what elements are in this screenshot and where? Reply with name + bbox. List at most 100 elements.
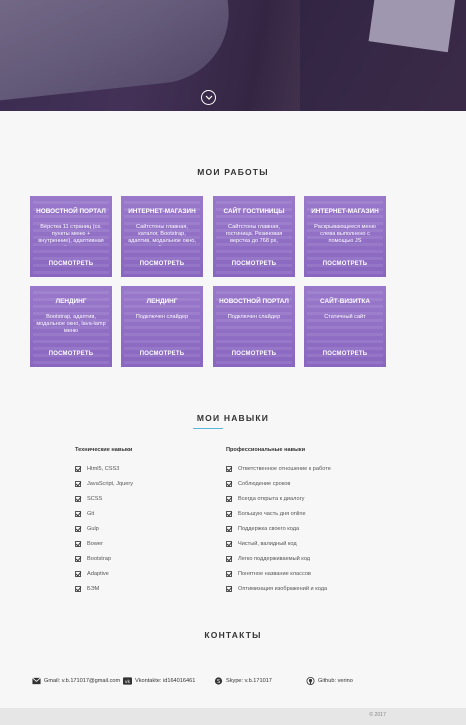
checkbox-icon <box>226 465 232 472</box>
contacts-title: КОНТАКТЫ <box>204 630 262 640</box>
skill-label: Понятное название классов <box>238 570 311 577</box>
checkbox-icon <box>75 525 81 532</box>
skill-label: Ответственное отношение к работе <box>238 465 331 472</box>
skill-item: JavaScript, Jquery <box>75 476 215 491</box>
skill-item: Gulp <box>75 521 215 536</box>
skill-item: Легко поддерживаемый код <box>226 551 396 566</box>
view-button[interactable]: ПОСМОТРЕТЬ <box>213 351 295 357</box>
work-title: ИНТЕРНЕТ-МАГАЗИН <box>311 208 379 215</box>
skill-label: Соблюдение сроков <box>238 480 291 487</box>
checkbox-icon <box>226 555 232 562</box>
work-title: ЛЕНДИНГ <box>146 298 178 305</box>
work-title: САЙТ ГОСТИНИЦЫ <box>223 208 285 215</box>
scroll-down-button[interactable] <box>201 90 216 105</box>
technical-skills-list: Технические навыки Html5, CSS3 JavaScrip… <box>75 447 215 596</box>
skype-icon: S <box>214 677 223 685</box>
work-description: Сайтстоны главная, каталог, Bootstrap, а… <box>128 224 196 246</box>
checkbox-icon <box>75 510 81 517</box>
checkbox-icon <box>226 525 232 532</box>
checkbox-icon <box>75 495 81 502</box>
checkbox-icon <box>75 465 81 472</box>
checkbox-icon <box>226 570 232 577</box>
work-title: ЛЕНДИНГ <box>55 298 87 305</box>
skill-item: Ответственное отношение к работе <box>226 461 396 476</box>
technical-skills-heading: Технические навыки <box>75 447 133 453</box>
footer: © 2017 <box>0 708 466 725</box>
checkbox-icon <box>226 480 232 487</box>
work-title: ИНТЕРНЕТ-МАГАЗИН <box>128 208 196 215</box>
work-description: Bootstrap, адаптив, модальное окно, lava… <box>36 314 106 334</box>
work-description: Подключен слайдер <box>135 314 189 320</box>
work-title: НОВОСТНОЙ ПОРТАЛ <box>219 298 289 305</box>
work-tile[interactable]: ИНТЕРНЕТ-МАГАЗИН Сайтстоны главная, ката… <box>121 196 203 277</box>
hero-banner <box>0 0 466 111</box>
view-button[interactable]: ПОСМОТРЕТЬ <box>213 261 295 267</box>
contact-github-text: Github: verino <box>318 678 353 684</box>
mail-icon <box>32 677 41 685</box>
skill-label: Bootstrap <box>87 555 111 562</box>
work-title: САЙТ-ВИЗИТКА <box>320 298 370 305</box>
copyright-text: © 2017 <box>369 712 386 718</box>
work-tile[interactable]: САЙТ ГОСТИНИЦЫ Сайтстоны главная, гостин… <box>213 196 295 277</box>
skill-label: Html5, CSS3 <box>87 465 120 472</box>
skill-item: Всегда открыта к диалогу <box>226 491 396 506</box>
work-description: Сайтстоны главная, гостиница. Резиновая … <box>225 224 283 246</box>
view-button[interactable]: ПОСМОТРЕТЬ <box>304 261 386 267</box>
checkbox-icon <box>75 570 81 577</box>
work-tile[interactable]: ЛЕНДИНГ Подключен слайдер ПОСМОТРЕТЬ <box>121 286 203 367</box>
work-tile[interactable]: ЛЕНДИНГ Bootstrap, адаптив, модальное ок… <box>30 286 112 367</box>
skill-label: Adaptive <box>87 570 109 577</box>
skill-item: Bower <box>75 536 215 551</box>
skill-label: Bower <box>87 540 103 547</box>
skills-title-underline <box>193 428 223 429</box>
professional-skills-list: Профессиональные навыки Ответственное от… <box>226 447 396 596</box>
view-button[interactable]: ПОСМОТРЕТЬ <box>30 351 112 357</box>
view-button[interactable]: ПОСМОТРЕТЬ <box>121 261 203 267</box>
work-tile[interactable]: САЙТ-ВИЗИТКА Статичный сайт ПОСМОТРЕТЬ <box>304 286 386 367</box>
checkbox-icon <box>75 555 81 562</box>
checkbox-icon <box>226 585 232 592</box>
contact-vkontakte[interactable]: vk Vkontakte: id164016461 <box>123 677 213 685</box>
view-button[interactable]: ПОСМОТРЕТЬ <box>121 351 203 357</box>
skill-item: Adaptive <box>75 566 215 581</box>
skill-label: Git <box>87 510 95 517</box>
work-title: НОВОСТНОЙ ПОРТАЛ <box>36 208 106 215</box>
checkbox-icon <box>226 510 232 517</box>
skill-label: Всегда открыта к диалогу <box>238 495 305 502</box>
skill-item: Большую часть дня online <box>226 506 396 521</box>
work-description: Раскрывающееся меню слева выполнено с по… <box>314 224 376 244</box>
skill-item: Оптимизация изображений и кода <box>226 581 396 596</box>
work-tile[interactable]: НОВОСТНОЙ ПОРТАЛ Подключен слайдер ПОСМО… <box>213 286 295 367</box>
chevron-down-icon <box>205 95 212 100</box>
works-title: МОИ РАБОТЫ <box>197 167 269 177</box>
work-description: Подключен слайдер <box>227 314 281 320</box>
skill-item: Bootstrap <box>75 551 215 566</box>
skill-item: Git <box>75 506 215 521</box>
skill-label: Оптимизация изображений и кода <box>238 585 328 592</box>
work-tile[interactable]: ИНТЕРНЕТ-МАГАЗИН Раскрывающееся меню сле… <box>304 196 386 277</box>
work-description: Статичный сайт <box>324 314 366 320</box>
contact-github[interactable]: Github: verino <box>306 677 396 685</box>
view-button[interactable]: ПОСМОТРЕТЬ <box>30 261 112 267</box>
skill-label: БЭМ <box>87 585 100 592</box>
skill-item: SCSS <box>75 491 215 506</box>
work-tile[interactable]: НОВОСТНОЙ ПОРТАЛ Вёрстка 11 страниц (сх.… <box>30 196 112 277</box>
checkbox-icon <box>75 585 81 592</box>
contact-skype[interactable]: S Skype: v.b.171017 <box>214 677 304 685</box>
skill-item: БЭМ <box>75 581 215 596</box>
checkbox-icon <box>75 480 81 487</box>
skill-item: Понятное название классов <box>226 566 396 581</box>
contact-gmail[interactable]: Gmail: v.b.171017@gmail.com <box>32 677 122 685</box>
checkbox-icon <box>226 540 232 547</box>
checkbox-icon <box>226 495 232 502</box>
skill-item: Html5, CSS3 <box>75 461 215 476</box>
professional-skills-heading: Профессиональные навыки <box>226 447 306 453</box>
skill-label: Чистый, валидный код <box>238 540 297 547</box>
svg-text:vk: vk <box>125 679 131 685</box>
github-icon <box>306 677 315 685</box>
view-button[interactable]: ПОСМОТРЕТЬ <box>304 351 386 357</box>
work-description: Вёрстка 11 страниц (сх. пункты меню + вн… <box>38 224 104 246</box>
contact-skype-text: Skype: v.b.171017 <box>226 678 272 684</box>
skills-title: МОИ НАВЫКИ <box>196 413 270 423</box>
skill-item: Соблюдение сроков <box>226 476 396 491</box>
